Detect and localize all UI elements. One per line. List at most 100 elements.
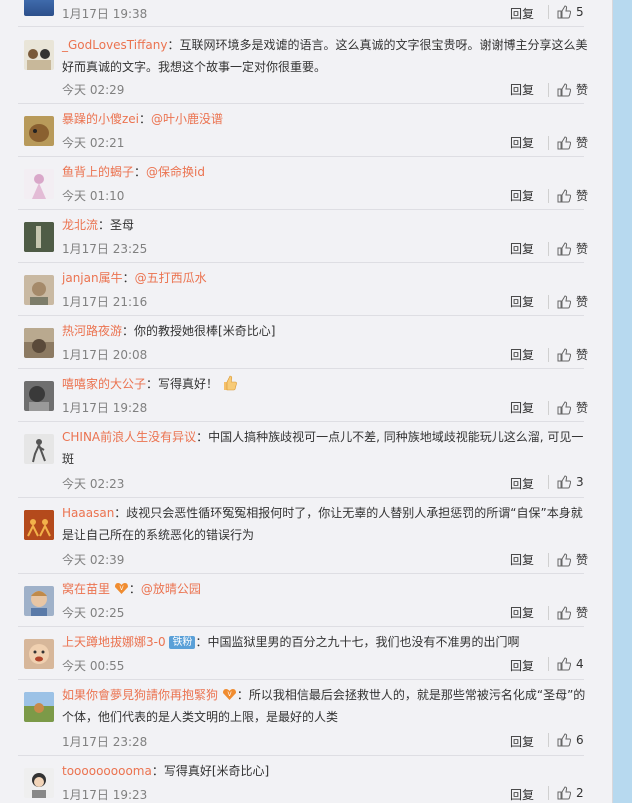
divider (18, 626, 584, 627)
avatar[interactable] (24, 510, 54, 540)
thumbs-up-icon (557, 400, 571, 414)
reply-button[interactable]: 回复 (510, 786, 534, 803)
username-link[interactable]: 如果你會夢見狗請你再抱緊狗 (62, 688, 218, 702)
reply-button[interactable]: 回复 (510, 187, 534, 204)
avatar-image (24, 510, 54, 540)
reply-button[interactable]: 回复 (510, 551, 534, 568)
like-count: 赞 (576, 606, 589, 620)
avatar[interactable] (24, 434, 54, 464)
fan-badge: 铁粉 (169, 636, 196, 649)
comment-time: 今天 02:29 (62, 83, 125, 97)
username-link[interactable]: Haaasan (62, 506, 114, 520)
like-button[interactable]: 赞 (548, 81, 588, 98)
avatar[interactable] (24, 0, 54, 16)
comment-text: Haaasan：歧视只会恶性循环冤冤相报何时了，你让无辜的人替别人承担惩罚的所谓… (62, 506, 583, 542)
comment-text: 上天蹲地拔娜娜3-0 铁粉 ：中国监狱里男的百分之九十七，我们也没有不准男的出门啊 (62, 635, 520, 649)
avatar-image (24, 692, 54, 722)
avatar[interactable] (24, 692, 54, 722)
like-button[interactable]: 6 (548, 733, 584, 747)
mention-link[interactable]: @放晴公园 (141, 582, 201, 596)
like-count: 赞 (576, 83, 589, 97)
like-button[interactable]: 3 (548, 475, 584, 489)
comment-time: 今天 00:55 (62, 659, 125, 673)
username-link[interactable]: _GodLovesTiffany (62, 38, 167, 52)
like-button[interactable]: 赞 (548, 187, 588, 204)
avatar[interactable] (24, 586, 54, 616)
thumbs-up-icon (557, 605, 571, 619)
reply-button[interactable]: 回复 (510, 240, 534, 257)
reply-button[interactable]: 回复 (510, 293, 534, 310)
comment-text: 窝在苗里 V ：@放晴公园 (62, 582, 201, 596)
like-button[interactable]: 5 (548, 5, 584, 19)
avatar[interactable] (24, 768, 54, 798)
avatar[interactable] (24, 169, 54, 199)
username-link[interactable]: 鱼背上的蝎子 (62, 165, 134, 179)
avatar-image (29, 386, 49, 411)
avatar[interactable] (24, 275, 54, 305)
divider (18, 315, 584, 316)
reply-button[interactable]: 回复 (510, 81, 534, 98)
comment-time: 今天 02:21 (62, 136, 125, 150)
reply-button[interactable]: 回复 (510, 399, 534, 416)
comment-time: 1月17日 19:28 (62, 401, 148, 415)
like-button[interactable]: 2 (548, 786, 584, 800)
username-link[interactable]: 上天蹲地拔娜娜3-0 (62, 635, 166, 649)
mention-link[interactable]: @叶小鹿没谱 (151, 112, 223, 126)
reply-button[interactable]: 回复 (510, 733, 534, 750)
comment-time: 今天 01:10 (62, 189, 125, 203)
mention-link[interactable]: @保命换id (146, 165, 205, 179)
like-button[interactable]: 赞 (548, 346, 588, 363)
like-button[interactable]: 赞 (548, 551, 588, 568)
comment-time: 1月17日 19:38 (62, 7, 148, 21)
username-link[interactable]: 窝在苗里 (62, 582, 110, 596)
comment-text: CHINA前浪人生没有异议：中国人搞种族歧视可一点儿不差, 同种族地域歧视能玩儿… (62, 430, 584, 466)
username-link[interactable]: janjan属牛 (62, 271, 123, 285)
like-count: 赞 (576, 189, 589, 203)
reply-button[interactable]: 回复 (510, 657, 534, 674)
reply-button[interactable]: 回复 (510, 346, 534, 363)
divider (18, 103, 584, 104)
divider (18, 679, 584, 680)
username-link[interactable]: CHINA前浪人生没有异议 (62, 430, 196, 444)
avatar-image (24, 222, 54, 252)
page-scrollbar[interactable] (613, 0, 632, 803)
like-button[interactable]: 赞 (548, 293, 588, 310)
avatar[interactable] (24, 639, 54, 669)
like-button[interactable]: 赞 (548, 604, 588, 621)
mention-link[interactable]: @五打西瓜水 (135, 271, 207, 285)
reply-button[interactable]: 回复 (510, 134, 534, 151)
like-button[interactable]: 赞 (548, 134, 588, 151)
like-count: 赞 (576, 348, 589, 362)
avatar[interactable] (24, 222, 54, 252)
avatar[interactable] (24, 381, 54, 411)
username-link[interactable]: 暴躁的小傻zei (62, 112, 139, 126)
avatar-image (31, 591, 47, 616)
avatar[interactable] (24, 116, 54, 146)
like-count: 5 (576, 5, 584, 19)
username-link[interactable]: 嘻嘻家的大公子 (62, 377, 146, 391)
comment-time: 1月17日 20:08 (62, 348, 148, 362)
avatar[interactable] (24, 40, 54, 70)
avatar[interactable] (24, 328, 54, 358)
like-button[interactable]: 4 (548, 657, 584, 671)
comment-text: 热河路夜游：你的教授她很棒[米奇比心] (62, 324, 276, 338)
reply-button[interactable]: 回复 (510, 5, 534, 22)
username-link[interactable]: 龙北流 (62, 218, 98, 232)
like-button[interactable]: 赞 (548, 240, 588, 257)
avatar-image (30, 282, 48, 305)
reply-button[interactable]: 回复 (510, 604, 534, 621)
reply-button[interactable]: 回复 (510, 475, 534, 492)
like-count: 赞 (576, 242, 589, 256)
username-link[interactable]: 热河路夜游 (62, 324, 122, 338)
comment-time: 1月17日 19:23 (62, 788, 148, 802)
comment-text: 嘻嘻家的大公子：写得真好！ (62, 373, 592, 395)
comment-list: 1月17日 19:38 回复 5 _GodLovesTiffany：互联网环境多… (0, 0, 613, 803)
like-count: 6 (576, 733, 584, 747)
thumbs-up-icon (557, 552, 571, 566)
thumbs-up-icon (557, 475, 571, 489)
like-button[interactable]: 赞 (548, 399, 588, 416)
divider (18, 262, 584, 263)
like-count: 4 (576, 657, 584, 671)
username-link[interactable]: toooooooooma (62, 764, 152, 778)
divider (18, 755, 584, 756)
